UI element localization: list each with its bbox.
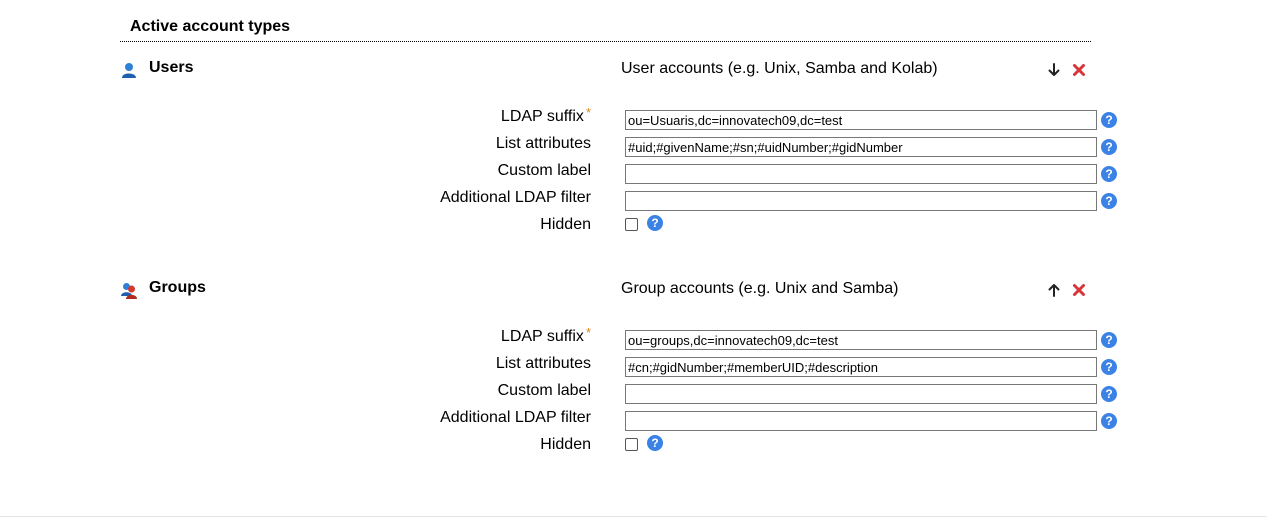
hidden-checkbox[interactable] <box>625 218 638 231</box>
help-icon[interactable]: ? <box>647 435 663 451</box>
custom-label-label: Custom label <box>497 382 591 399</box>
help-icon[interactable]: ? <box>1101 112 1117 128</box>
ldap-suffix-label-text: LDAP suffix <box>500 328 584 345</box>
help-icon[interactable]: ? <box>1101 166 1117 182</box>
list-attributes-label: List attributes <box>495 135 591 152</box>
help-icon[interactable]: ? <box>1101 413 1117 429</box>
additional-filter-input[interactable] <box>625 191 1097 211</box>
ldap-suffix-label-text: LDAP suffix <box>500 108 584 125</box>
account-type-description: Group accounts (e.g. Unix and Samba) <box>621 280 899 297</box>
group-icon <box>120 281 138 299</box>
additional-filter-label: Additional LDAP filter <box>440 189 591 206</box>
list-attributes-label: List attributes <box>495 355 591 372</box>
help-icon[interactable]: ? <box>1101 332 1117 348</box>
move-up-button[interactable] <box>1046 282 1062 298</box>
help-icon[interactable]: ? <box>1101 139 1117 155</box>
delete-icon <box>1073 64 1085 76</box>
account-type-name: Users <box>149 59 194 76</box>
delete-type-button[interactable] <box>1071 62 1087 78</box>
footer-divider <box>0 516 1267 517</box>
arrow-down-icon <box>1048 63 1060 76</box>
account-type-description: User accounts (e.g. Unix, Samba and Kola… <box>621 60 938 77</box>
custom-label-input[interactable] <box>625 384 1097 404</box>
custom-label-input[interactable] <box>625 164 1097 184</box>
ldap-suffix-label: LDAP suffix * <box>500 325 591 346</box>
ldap-suffix-input[interactable] <box>625 330 1097 350</box>
required-marker: * <box>585 325 591 340</box>
additional-filter-label: Additional LDAP filter <box>440 409 591 426</box>
help-icon[interactable]: ? <box>1101 193 1117 209</box>
ldap-suffix-input[interactable] <box>625 110 1097 130</box>
account-type-name: Groups <box>149 279 206 296</box>
custom-label-label: Custom label <box>497 162 591 179</box>
section-title: Active account types <box>130 18 291 35</box>
user-icon <box>120 61 138 79</box>
arrow-up-icon <box>1048 284 1060 297</box>
list-attributes-input[interactable] <box>625 357 1097 377</box>
additional-filter-input[interactable] <box>625 411 1097 431</box>
delete-type-button[interactable] <box>1071 282 1087 298</box>
hidden-label: Hidden <box>540 436 591 453</box>
section-divider <box>120 41 1091 42</box>
hidden-checkbox[interactable] <box>625 438 638 451</box>
help-icon[interactable]: ? <box>1101 386 1117 402</box>
delete-icon <box>1073 284 1085 296</box>
list-attributes-input[interactable] <box>625 137 1097 157</box>
required-marker: * <box>585 105 591 120</box>
hidden-label: Hidden <box>540 216 591 233</box>
help-icon[interactable]: ? <box>1101 359 1117 375</box>
ldap-suffix-label: LDAP suffix * <box>500 105 591 126</box>
move-down-button[interactable] <box>1046 62 1062 78</box>
help-icon[interactable]: ? <box>647 215 663 231</box>
